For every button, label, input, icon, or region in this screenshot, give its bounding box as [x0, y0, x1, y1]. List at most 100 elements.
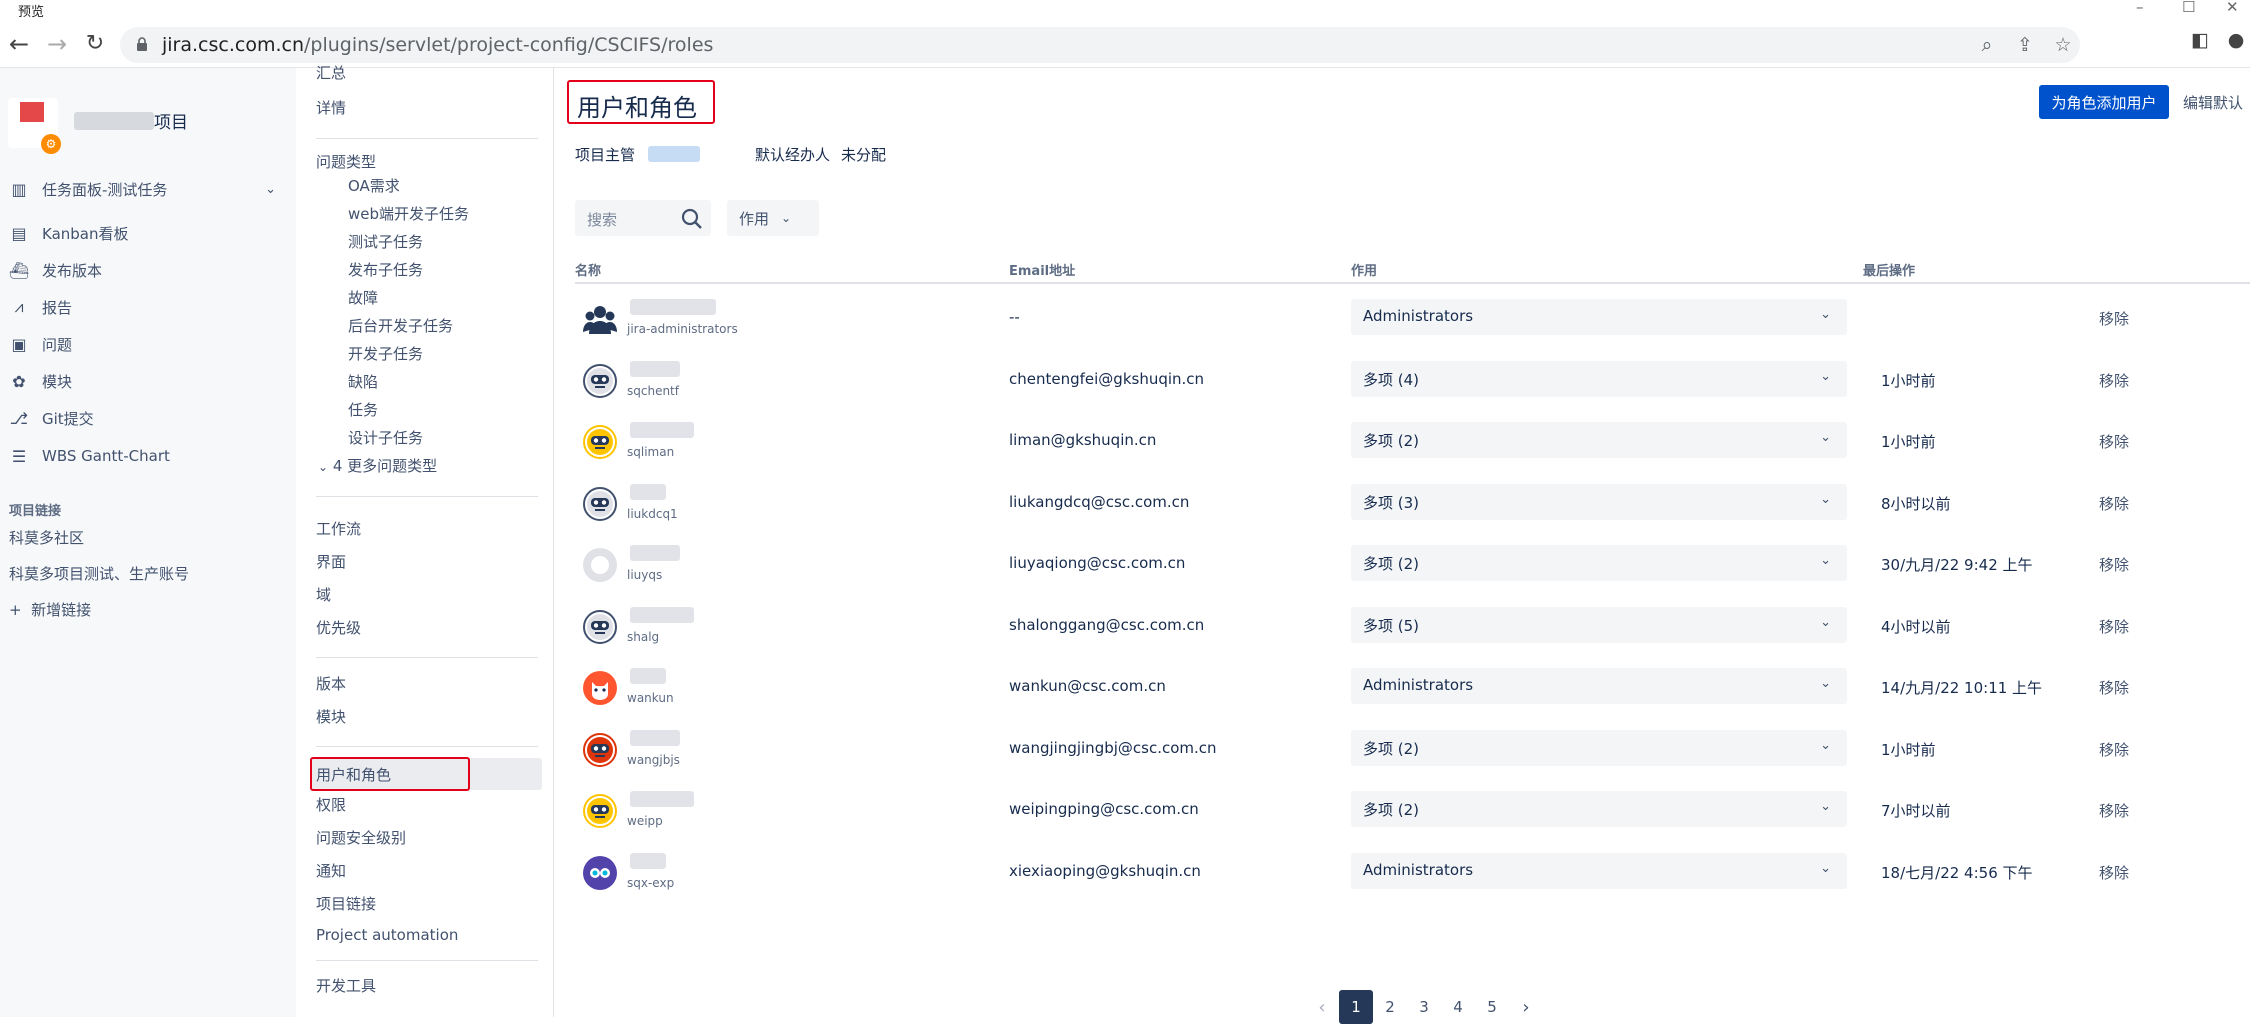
settings-nav-issue-type[interactable]: 发布子任务 [348, 259, 423, 280]
edit-defaults-button[interactable]: 编辑默认 [2183, 85, 2243, 119]
role-select[interactable]: 多项 (2) ⌄ [1351, 791, 1847, 827]
remove-user-link[interactable]: 移除 [2099, 493, 2129, 514]
settings-nav-details[interactable]: 详情 [316, 97, 346, 118]
sidebar-item-gantt[interactable]: ☰ WBS Gantt-Chart [8, 441, 288, 471]
remove-user-link[interactable]: 移除 [2099, 431, 2129, 452]
zoom-icon[interactable]: ⌕ [1974, 34, 2000, 56]
remove-user-link[interactable]: 移除 [2099, 616, 2129, 637]
settings-nav-components[interactable]: 模块 [316, 706, 346, 727]
settings-nav-permissions[interactable]: 权限 [316, 794, 346, 815]
next-page-icon[interactable]: › [1509, 990, 1543, 1024]
search-input[interactable]: 搜索 [575, 200, 711, 236]
minimize-icon[interactable]: – [2136, 0, 2144, 16]
role-select[interactable]: 多项 (2) ⌄ [1351, 422, 1847, 458]
settings-nav-notifications[interactable]: 通知 [316, 860, 346, 881]
role-select[interactable]: 多项 (2) ⌄ [1351, 545, 1847, 581]
user-fullname-redacted[interactable] [630, 483, 666, 500]
role-select[interactable]: Administrators ⌄ [1351, 668, 1847, 704]
user-fullname-redacted[interactable] [630, 606, 694, 623]
remove-user-link[interactable]: 移除 [2099, 370, 2129, 391]
role-select[interactable]: 多项 (4) ⌄ [1351, 360, 1847, 397]
settings-nav-workflows[interactable]: 工作流 [316, 518, 361, 539]
user-fullname-redacted[interactable] [630, 668, 666, 684]
project-link[interactable]: 科莫多社区 [9, 527, 84, 548]
add-link-button[interactable]: + 新增链接 [9, 599, 91, 620]
remove-user-link[interactable]: 移除 [2099, 308, 2129, 329]
settings-nav-issue-type[interactable]: 设计子任务 [348, 427, 423, 448]
sidebar-item-git[interactable]: ⎇ Git提交 [8, 403, 288, 433]
settings-nav-issue-security[interactable]: 问题安全级别 [316, 827, 406, 848]
settings-nav-issue-type[interactable]: OA需求 [348, 175, 400, 196]
more-issue-types-toggle[interactable]: ⌄ 4 更多问题类型 [318, 455, 437, 476]
table-row: sqchentf chentengfei@gkshuqin.cn 多项 (4) ⌄ 1小… [575, 350, 2250, 411]
page-button[interactable]: 4 [1441, 990, 1475, 1024]
role-select-value: Administrators [1363, 676, 1474, 694]
role-select[interactable]: 多项 (3) ⌄ [1351, 483, 1847, 520]
previous-page-icon[interactable]: ‹ [1305, 990, 1339, 1024]
page-button[interactable]: 2 [1373, 990, 1407, 1024]
more-issue-types-label: 4 更多问题类型 [332, 457, 438, 475]
sidebar-item-issues[interactable]: ▣ 问题 [8, 329, 288, 359]
page-button[interactable]: 5 [1475, 990, 1509, 1024]
remove-user-link[interactable]: 移除 [2099, 739, 2129, 760]
settings-nav-versions[interactable]: 版本 [316, 673, 346, 694]
settings-nav-issue-type[interactable]: 任务 [348, 399, 378, 420]
user-fullname-redacted[interactable] [630, 299, 716, 315]
sidebar-item-board[interactable]: ▥ 任务面板-测试任务 ⌄ [8, 174, 288, 204]
add-users-to-role-button[interactable]: 为角色添加用户 [2039, 85, 2169, 119]
sidebar-toggle-icon[interactable]: ◧ [2186, 29, 2214, 51]
settings-nav-automation[interactable]: Project automation [316, 926, 458, 944]
page-button[interactable]: 3 [1407, 990, 1441, 1024]
settings-nav-dev-tools[interactable]: 开发工具 [316, 975, 376, 996]
column-header-role: 作用 [1351, 264, 1378, 279]
close-icon[interactable]: ✕ [2226, 0, 2239, 16]
sidebar-item-releases[interactable]: ⛴ 发布版本 [8, 255, 288, 285]
column-header-last-action: 最后操作 [1863, 264, 1916, 279]
user-fullname-redacted[interactable] [630, 422, 694, 438]
settings-nav-issue-type[interactable]: 后台开发子任务 [348, 315, 453, 336]
chevron-down-icon: ⌄ [1820, 860, 1831, 876]
bookmark-star-icon[interactable]: ☆ [2050, 34, 2076, 56]
remove-user-link[interactable]: 移除 [2099, 800, 2129, 821]
profile-icon[interactable]: ● [2222, 29, 2250, 51]
user-fullname-redacted[interactable] [630, 852, 666, 869]
settings-nav-issue-type[interactable]: 故障 [348, 287, 378, 308]
default-avatar-icon [583, 548, 617, 582]
settings-nav-screens[interactable]: 界面 [316, 551, 346, 572]
role-select[interactable]: 多项 (5) ⌄ [1351, 606, 1847, 643]
address-bar[interactable]: jira.csc.com.cn/plugins/servlet/project-… [120, 27, 2080, 63]
reload-icon[interactable]: ↻ [80, 32, 110, 56]
back-icon[interactable]: ← [4, 32, 34, 56]
settings-nav-issue-type[interactable]: 缺陷 [348, 371, 378, 392]
maximize-icon[interactable]: ☐ [2182, 0, 2195, 16]
settings-nav-issue-type[interactable]: 开发子任务 [348, 343, 423, 364]
chevron-down-icon[interactable]: ⌄ [265, 182, 276, 197]
settings-nav-issue-type[interactable]: web端开发子任务 [348, 203, 469, 224]
settings-nav-priorities[interactable]: 优先级 [316, 617, 361, 638]
settings-nav-issue-type[interactable]: 测试子任务 [348, 231, 423, 252]
forward-icon[interactable]: → [42, 32, 72, 56]
role-filter-dropdown[interactable]: 作用 ⌄ [727, 200, 819, 236]
remove-user-link[interactable]: 移除 [2099, 862, 2129, 883]
project-lead-redacted[interactable] [648, 146, 700, 162]
role-select[interactable]: Administrators ⌄ [1351, 852, 1847, 889]
settings-nav-issue-links[interactable]: 项目链接 [316, 893, 376, 914]
sidebar-item-components[interactable]: ✿ 模块 [8, 366, 288, 396]
settings-nav-summary[interactable]: 汇总 [316, 62, 346, 83]
sidebar-item-kanban[interactable]: ▤ Kanban看板 [8, 218, 288, 248]
settings-nav-fields[interactable]: 域 [316, 584, 331, 605]
user-fullname-redacted[interactable] [630, 729, 680, 746]
project-header[interactable]: ⚙ 项目 [8, 98, 288, 154]
settings-nav-issue-types[interactable]: 问题类型 [316, 151, 376, 172]
sidebar-item-reports[interactable]: ⩘ 报告 [8, 292, 288, 322]
user-fullname-redacted[interactable] [630, 545, 680, 561]
user-fullname-redacted[interactable] [630, 360, 680, 377]
project-link[interactable]: 科莫多项目测试、生产账号 [9, 563, 189, 584]
page-button[interactable]: 1 [1339, 990, 1373, 1024]
user-fullname-redacted[interactable] [630, 791, 694, 807]
remove-user-link[interactable]: 移除 [2099, 554, 2129, 575]
share-icon[interactable]: ⇪ [2012, 34, 2038, 56]
role-select[interactable]: 多项 (2) ⌄ [1351, 729, 1847, 766]
role-select[interactable]: Administrators ⌄ [1351, 299, 1847, 335]
remove-user-link[interactable]: 移除 [2099, 677, 2129, 698]
